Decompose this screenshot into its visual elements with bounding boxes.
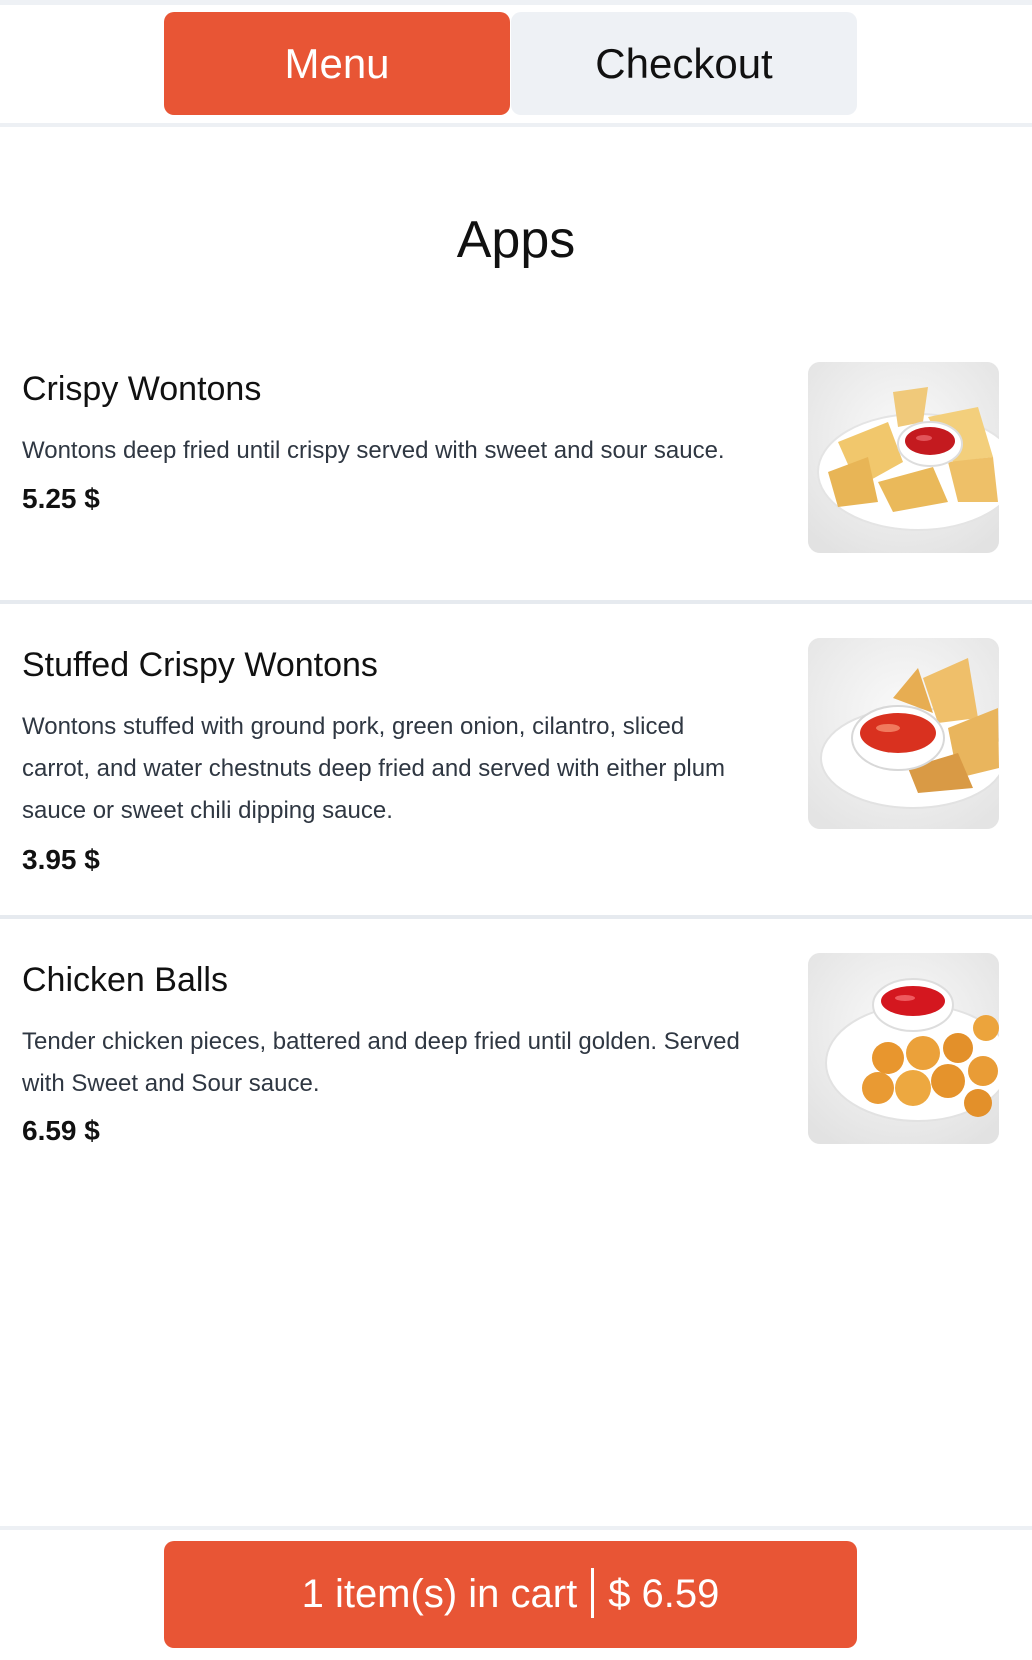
item-description: Tender chicken pieces, battered and deep… xyxy=(22,1028,740,1097)
menu-item-chicken-balls[interactable]: Chicken Balls Tender chicken pieces, bat… xyxy=(0,919,1032,1179)
chicken-balls-image xyxy=(808,953,999,1144)
item-price: 5.25 $ xyxy=(22,483,100,514)
crispy-wontons-image xyxy=(808,362,999,553)
item-name: Crispy Wontons xyxy=(22,370,262,408)
cart-count: 1 item(s) in cart xyxy=(301,1572,578,1616)
view-cart-button[interactable]: 1 item(s) in cart $ 6.59 xyxy=(164,1541,857,1648)
item-description: Wontons deep fried until crispy served w… xyxy=(22,437,725,464)
menu-item-crispy-wontons[interactable]: Crispy Wontons Wontons deep fried until … xyxy=(0,340,1032,600)
cart-total: $ 6.59 xyxy=(608,1572,720,1616)
cart-footer: 1 item(s) in cart $ 6.59 xyxy=(0,1526,1032,1660)
tab-checkout[interactable]: Checkout xyxy=(511,12,857,115)
menu-item-stuffed-crispy-wontons[interactable]: Stuffed Crispy Wontons Wontons stuffed w… xyxy=(0,604,1032,919)
cart-separator xyxy=(591,1568,595,1619)
section-title: Apps xyxy=(456,211,576,269)
item-price: 6.59 $ xyxy=(22,1115,100,1146)
tab-menu[interactable]: Menu xyxy=(164,12,510,115)
item-name: Chicken Balls xyxy=(22,961,228,999)
item-name: Stuffed Crispy Wontons xyxy=(22,646,378,684)
stuffed-wontons-image xyxy=(808,638,999,829)
item-description: Wontons stuffed with ground pork, green … xyxy=(22,713,726,824)
top-nav: Menu Checkout xyxy=(0,5,1032,127)
item-price: 3.95 $ xyxy=(22,844,100,875)
